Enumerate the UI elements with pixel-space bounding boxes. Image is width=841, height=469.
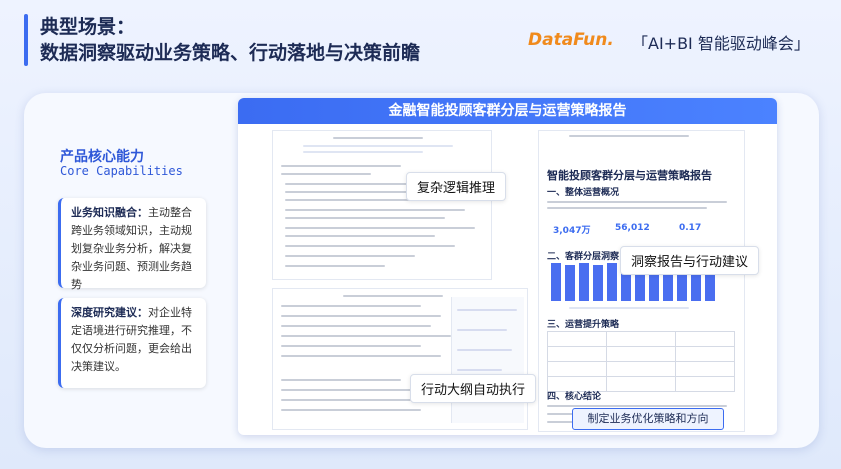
doc-section-4: 四、核心结论 xyxy=(547,392,602,402)
stat-value: 0.17 xyxy=(679,223,702,233)
capability-card: 业务知识融合：主动整合跨业务领域知识，主动规划复杂业务分析，解决复杂业务问题、预… xyxy=(58,198,206,291)
capability-card: 深度研究建议：对企业特定语境进行研究推理，不仅仅分析问题，更会给出决策建议。 xyxy=(58,298,206,388)
stat-value: 3,047万 xyxy=(553,226,591,236)
event-name: 「AI+BI 智能驱动峰会」 xyxy=(632,34,810,53)
capability-heading: 业务知识融合： xyxy=(71,206,148,219)
doc-section-1: 一、整体运营概况 xyxy=(547,188,620,198)
stat-value: 56,012 xyxy=(615,223,650,233)
brand-logo: DataFun. xyxy=(528,30,614,50)
reasoning-screenshot xyxy=(272,130,492,280)
execution-screenshot xyxy=(272,288,528,430)
page-title: 典型场景： xyxy=(40,16,136,38)
label-insight: 洞察报告与行动建议 xyxy=(620,246,760,275)
page-subtitle: 数据洞察驱动业务策略、行动落地与决策前瞻 xyxy=(40,42,421,64)
strategy-label: 制定业务优化策略和方向 xyxy=(572,408,724,430)
report-header: 金融智能投顾客群分层与运营策略报告 xyxy=(238,98,777,124)
core-subtitle: Core Capabilities xyxy=(60,164,183,178)
label-execution: 行动大纲自动执行 xyxy=(410,374,537,403)
core-title: 产品核心能力 xyxy=(60,149,144,165)
doc-title: 智能投顾客群分层与运营策略报告 xyxy=(547,169,712,182)
doc-section-3: 三、运营提升策略 xyxy=(547,320,620,330)
title-accent-bar xyxy=(24,14,28,66)
strategy-table xyxy=(547,331,735,392)
capability-heading: 深度研究建议： xyxy=(71,306,148,319)
report-document: 智能投顾客群分层与运营策略报告 一、整体运营概况 3,047万 56,012 0… xyxy=(538,130,745,432)
report-panel: 金融智能投顾客群分层与运营策略报告 智能投顾客群分层与运营策略报告 一、整体运营… xyxy=(238,98,777,435)
doc-section-2: 二、客群分层洞察 xyxy=(547,252,620,262)
label-reasoning: 复杂逻辑推理 xyxy=(406,172,507,201)
